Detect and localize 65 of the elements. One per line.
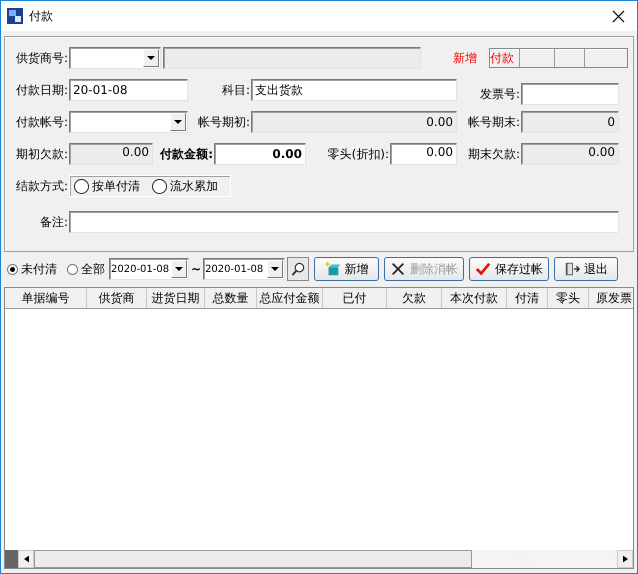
column-header[interactable]: 本次付款	[442, 288, 507, 308]
date-combo[interactable]: 2020-01-08	[109, 258, 189, 280]
caret-icon	[174, 120, 182, 124]
supplier-combo[interactable]	[69, 47, 161, 69]
window-title: 付款	[29, 8, 53, 24]
column-header[interactable]: 供货商	[87, 288, 147, 308]
field-label: 帐号期末:	[466, 114, 521, 130]
radio-option[interactable]: 流水累加	[152, 178, 218, 194]
search-button[interactable]	[287, 257, 310, 281]
readonly-field: 0.00	[251, 111, 457, 133]
field-label: 付款帐号:	[15, 114, 69, 130]
radio-option[interactable]: 按单付清	[74, 178, 140, 194]
add-button[interactable]: 新增	[314, 257, 380, 281]
exit-button[interactable]: 退出	[554, 257, 618, 281]
close-icon[interactable]	[612, 10, 625, 22]
rounding-field[interactable]: 0.00	[390, 143, 457, 165]
field-label: 发票号:	[478, 86, 521, 102]
corner-block	[5, 550, 18, 568]
date-field[interactable]: 20-01-08	[69, 79, 188, 101]
column-header[interactable]: 付清	[507, 288, 548, 308]
filter-radio[interactable]: 未付清	[7, 260, 57, 278]
checkmark-icon	[475, 261, 492, 277]
field-label: 帐号期初:	[196, 114, 251, 130]
caret-icon	[175, 267, 183, 271]
date-combo[interactable]: 2020-01-08	[203, 258, 286, 280]
readonly-field: 0	[521, 111, 619, 133]
range-separator: ~	[191, 262, 202, 276]
exit-door-icon	[564, 261, 580, 277]
right-arrow-icon	[622, 555, 628, 563]
field-label: 期末欠款:	[466, 146, 521, 162]
invoice-field[interactable]	[521, 83, 619, 105]
cross-icon	[390, 261, 406, 277]
column-header[interactable]: 单据编号	[5, 288, 87, 308]
caret-icon	[271, 267, 280, 271]
filter-radio[interactable]: 全部	[67, 260, 105, 278]
column-header[interactable]: 零头	[548, 288, 589, 308]
save-button[interactable]: 保存过帐	[469, 257, 550, 281]
subject-field[interactable]: 支出货款	[251, 79, 457, 101]
column-header[interactable]: 欠款	[387, 288, 442, 308]
account-combo[interactable]	[69, 111, 188, 133]
mode-label: 新增	[453, 50, 477, 66]
field-label: 付款日期:	[15, 82, 69, 98]
field-label: 供货商号:	[15, 50, 69, 66]
readonly-field: 0.00	[69, 143, 153, 165]
amount-field[interactable]: 0.00	[214, 143, 306, 165]
column-header[interactable]: 原发票	[589, 288, 633, 308]
search-icon	[290, 262, 306, 276]
status-cells: 付款	[489, 48, 628, 68]
column-header[interactable]: 总应付金额	[257, 288, 323, 308]
caret-icon	[147, 56, 155, 60]
field-label: 科目:	[220, 82, 251, 98]
field-label: 付款金额:	[158, 146, 214, 162]
column-header[interactable]: 进货日期	[147, 288, 205, 308]
horizontal-scrollbar[interactable]	[5, 550, 633, 568]
field-label: 零头(折扣):	[326, 146, 390, 162]
note-field[interactable]	[69, 211, 619, 233]
readonly-field: 0.00	[521, 143, 619, 165]
column-header[interactable]: 总数量	[205, 288, 257, 308]
field-label: 结款方式:	[15, 178, 69, 194]
left-arrow-icon	[24, 555, 28, 563]
column-header[interactable]: 已付	[323, 288, 387, 308]
box-icon	[324, 261, 341, 277]
app-icon	[7, 8, 23, 24]
field-label: 期初欠款:	[15, 146, 69, 162]
field-label: 备注:	[38, 214, 69, 230]
